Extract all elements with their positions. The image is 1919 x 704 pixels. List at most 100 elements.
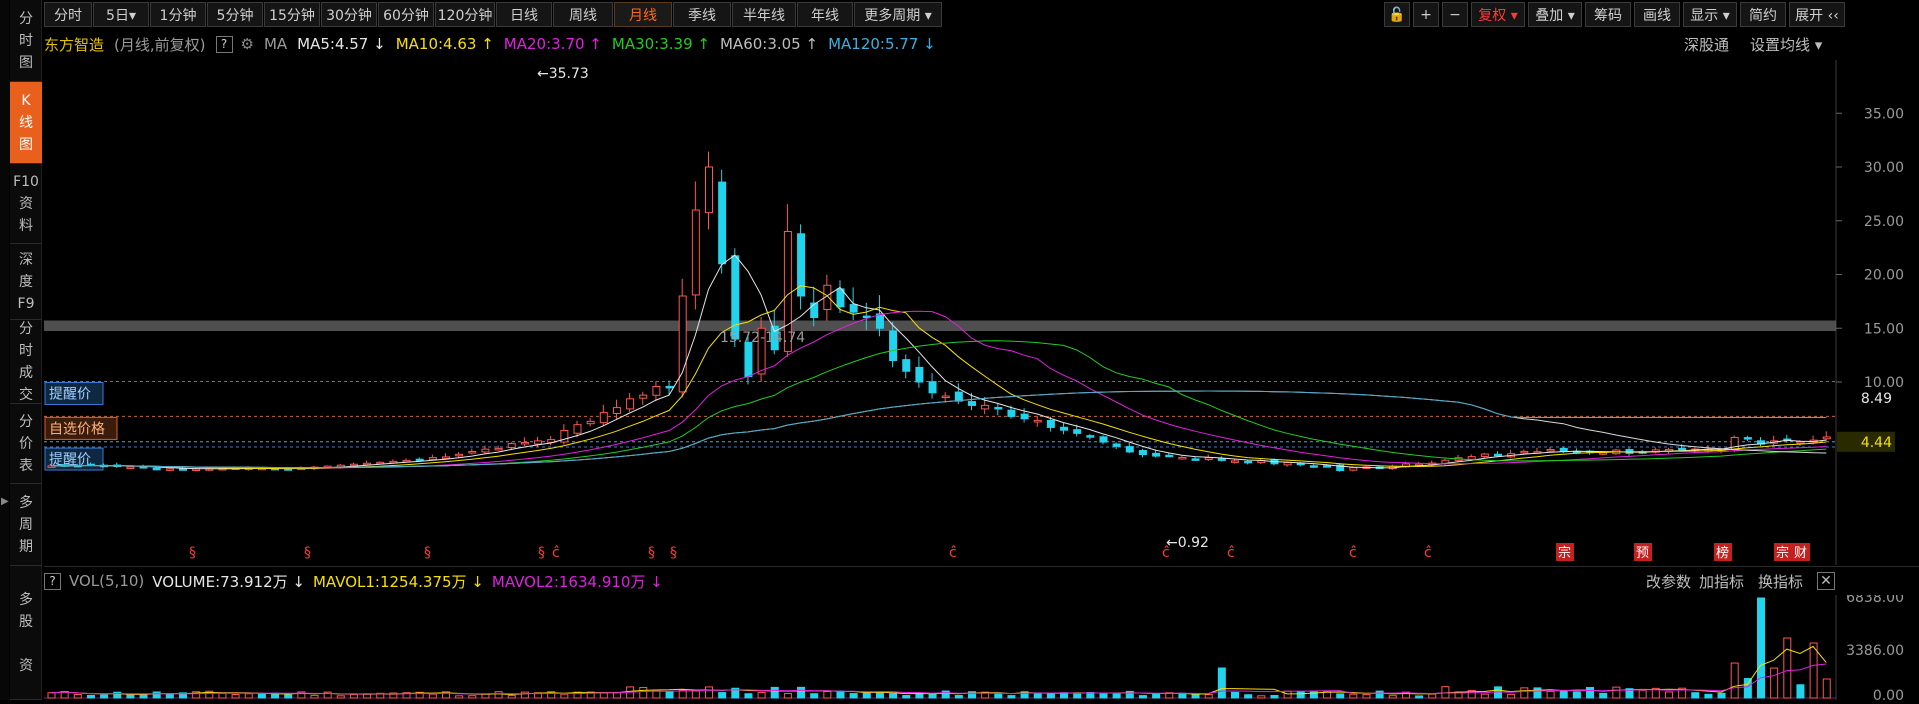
left-nav-label: 价 (19, 435, 33, 452)
event-badge[interactable]: 财 (1794, 546, 1807, 561)
event-marker-icon[interactable]: § (424, 545, 431, 561)
period-button[interactable]: 年线 (797, 2, 853, 27)
volume-bar (665, 691, 674, 699)
volume-bar (941, 690, 950, 699)
event-marker-icon[interactable]: § (189, 545, 196, 561)
candle-body (1349, 467, 1358, 471)
left-nav-item[interactable]: 分价表 (10, 404, 42, 484)
simple-button[interactable]: 简约 (1740, 2, 1786, 27)
period-button[interactable]: 半年线 (732, 2, 796, 27)
event-badge[interactable]: 榜 (1716, 545, 1729, 561)
period-button[interactable]: 5分钟 (207, 2, 263, 27)
overlay-button[interactable]: 叠加 ▾ (1528, 2, 1582, 27)
event-marker-icon[interactable]: § (538, 545, 545, 561)
price-zone-band (44, 320, 1836, 332)
add-indicator-link[interactable]: 加指标 (1699, 571, 1744, 592)
left-nav-item[interactable]: 多股 资 (10, 566, 42, 700)
close-indicator-button[interactable]: ✕ (1817, 572, 1835, 590)
vol-help-icon[interactable]: ? (44, 572, 61, 590)
event-marker-icon[interactable]: ĉ (1227, 545, 1235, 561)
event-badge[interactable]: 宗 (1776, 545, 1789, 561)
period-button[interactable]: 60分钟 (378, 2, 434, 27)
candle-body (639, 394, 648, 399)
left-nav-item[interactable]: 多周期 (10, 484, 42, 566)
period-button[interactable]: 5日▾ (93, 2, 149, 27)
event-marker-icon[interactable]: ĉ (1349, 545, 1357, 561)
event-marker-icon[interactable]: § (304, 545, 311, 561)
display-button[interactable]: 显示 ▾ (1683, 2, 1737, 27)
expand-button[interactable]: 展开 ‹‹ (1789, 2, 1845, 27)
left-nav-item[interactable]: 深度 F9 (10, 244, 42, 320)
unlock-icon[interactable]: 🔓 (1384, 2, 1410, 27)
candle-body (889, 330, 898, 361)
shengutong-link[interactable]: 深股通 (1684, 34, 1729, 55)
left-nav-label: 交 (19, 386, 33, 403)
candle-body (192, 468, 201, 471)
volume-bar (744, 693, 753, 699)
alert-high-tag[interactable]: 提醒价 (49, 386, 91, 402)
current-price-value-2: 4.44 (1861, 435, 1892, 451)
volume-bar (310, 694, 319, 699)
volume-bar (1283, 690, 1292, 699)
help-icon[interactable]: ? (215, 35, 233, 53)
volume-bar (152, 691, 161, 699)
kline-chart[interactable]: 35.00 30.00 25.00 20.00 15.00 10.00 8.49 4.44 提醒… (44, 60, 1919, 565)
volume-bar (1099, 692, 1108, 699)
volume-bar (1349, 693, 1358, 699)
zoom-in-button[interactable]: + (1413, 2, 1439, 27)
ma10-value: MA10:4.63 ↑ (395, 35, 494, 53)
expand-left-icon[interactable]: ▶ (1, 496, 9, 507)
gear-icon[interactable]: ⚙ (241, 35, 254, 53)
event-marker-icon[interactable]: ĉ (1162, 545, 1170, 561)
candle-body (481, 448, 490, 453)
volume-bar (1822, 678, 1831, 699)
volume-bar (862, 692, 871, 699)
volume-bar (1743, 678, 1752, 699)
mavol2-value: MAVOL2:1634.910万 ↓ (491, 572, 663, 591)
period-button[interactable]: 15分钟 (264, 2, 320, 27)
event-badge[interactable]: 预 (1636, 546, 1649, 561)
candle-body (428, 457, 437, 460)
volume-bar (1533, 687, 1542, 699)
candle-body (494, 447, 503, 451)
period-button[interactable]: 分时 (44, 2, 92, 27)
event-marker-icon[interactable]: ĉ (949, 545, 957, 561)
custom-price-tag[interactable]: 自选价格 (49, 421, 105, 437)
period-button[interactable]: 1分钟 (150, 2, 206, 27)
left-nav-item[interactable]: 分时成交 (10, 320, 42, 404)
volume-bar (1480, 693, 1489, 699)
candle-body (718, 181, 727, 265)
fuquan-button[interactable]: 复权 ▾ (1471, 2, 1525, 27)
left-nav-item[interactable]: K线图 (10, 82, 42, 164)
event-marker-icon[interactable]: § (670, 545, 677, 561)
period-button[interactable]: 30分钟 (321, 2, 377, 27)
left-nav-item[interactable]: 分时图 (10, 0, 42, 82)
event-badge[interactable]: 宗 (1558, 545, 1571, 561)
volume-bar (1717, 692, 1726, 699)
volume-bar (231, 694, 240, 699)
candle-body (1743, 437, 1752, 440)
switch-indicator-link[interactable]: 换指标 (1758, 571, 1803, 592)
event-marker-icon[interactable]: ĉ (1424, 545, 1432, 561)
volume-bar (1296, 690, 1305, 699)
left-nav-item[interactable]: F10 资料 (10, 164, 42, 244)
mavol1-line (50, 645, 1827, 696)
period-button[interactable]: 月线 (614, 2, 672, 27)
left-nav-label: F10 (13, 173, 39, 190)
candle-body (875, 313, 884, 329)
period-button[interactable]: 季线 (673, 2, 731, 27)
period-button[interactable]: 120分钟 (435, 2, 495, 27)
chips-button[interactable]: 筹码 (1585, 2, 1631, 27)
draw-button[interactable]: 画线 (1634, 2, 1680, 27)
candle-body (1822, 436, 1831, 440)
event-marker-icon[interactable]: § (648, 545, 655, 561)
set-ma-link[interactable]: 设置均线 ▾ (1750, 34, 1822, 55)
volume-chart[interactable]: 6838.00 3386.00 0.00 (44, 590, 1919, 704)
zoom-out-button[interactable]: − (1442, 2, 1468, 27)
period-button[interactable]: 日线 (496, 2, 552, 27)
candle-body (705, 166, 713, 214)
change-params-link[interactable]: 改参数 (1646, 571, 1691, 592)
event-marker-icon[interactable]: ĉ (552, 545, 560, 561)
period-button[interactable]: 更多周期 ▾ (854, 2, 942, 27)
period-button[interactable]: 周线 (553, 2, 613, 27)
